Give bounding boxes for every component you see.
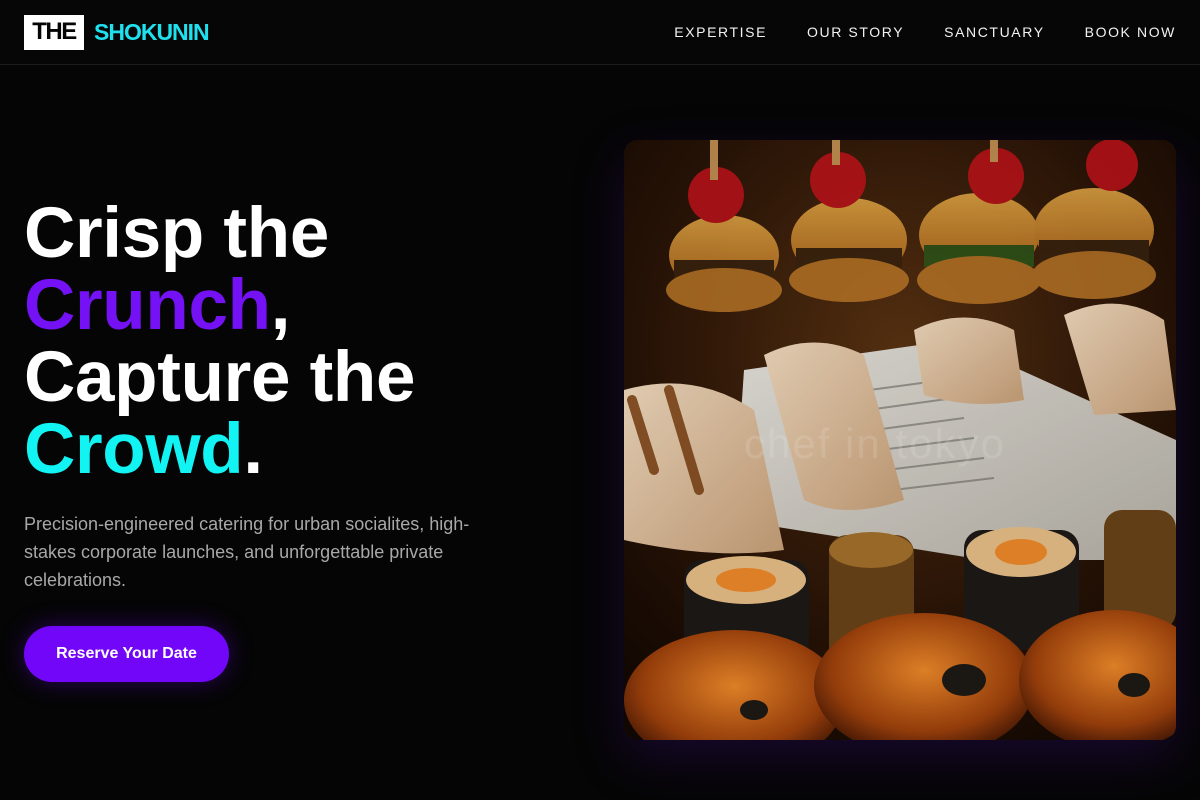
headline-line-4: Crowd. <box>24 414 415 486</box>
image-watermark: chef in tokyo <box>744 420 1006 467</box>
nav-item-book-now[interactable]: BOOK NOW <box>1085 24 1176 40</box>
headline-line-1: Crisp the <box>24 194 330 273</box>
brand-logo[interactable]: THE SHOKUNIN <box>24 14 210 50</box>
hero-subtitle: Precision-engineered catering for urban … <box>24 514 470 590</box>
headline-accent-crowd: Crowd <box>24 410 244 489</box>
hero-headline: Crisp the Crunch, Capture the Crowd. <box>24 198 415 486</box>
headline-comma: , <box>270 266 291 345</box>
logo-mark-icon: THE <box>24 14 84 50</box>
nav-item-sanctuary[interactable]: SANCTUARY <box>944 24 1045 40</box>
headline-line-2: Crunch, <box>24 270 415 342</box>
headline-period: . <box>243 410 263 489</box>
hero-food-image: chef in tokyo <box>624 140 1176 740</box>
brand-name: SHOKUNIN <box>94 18 210 45</box>
site-header: THE SHOKUNIN EXPERTISE OUR STORY SANCTUA… <box>0 0 1200 65</box>
reserve-date-button[interactable]: Reserve Your Date <box>24 626 229 682</box>
main-nav: EXPERTISE OUR STORY SANCTUARY BOOK NOW <box>674 24 1176 40</box>
headline-accent-crunch: Crunch <box>24 266 271 345</box>
nav-item-expertise[interactable]: EXPERTISE <box>674 24 767 40</box>
nav-item-our-story[interactable]: OUR STORY <box>807 24 904 40</box>
headline-line-3: Capture the <box>24 338 416 417</box>
